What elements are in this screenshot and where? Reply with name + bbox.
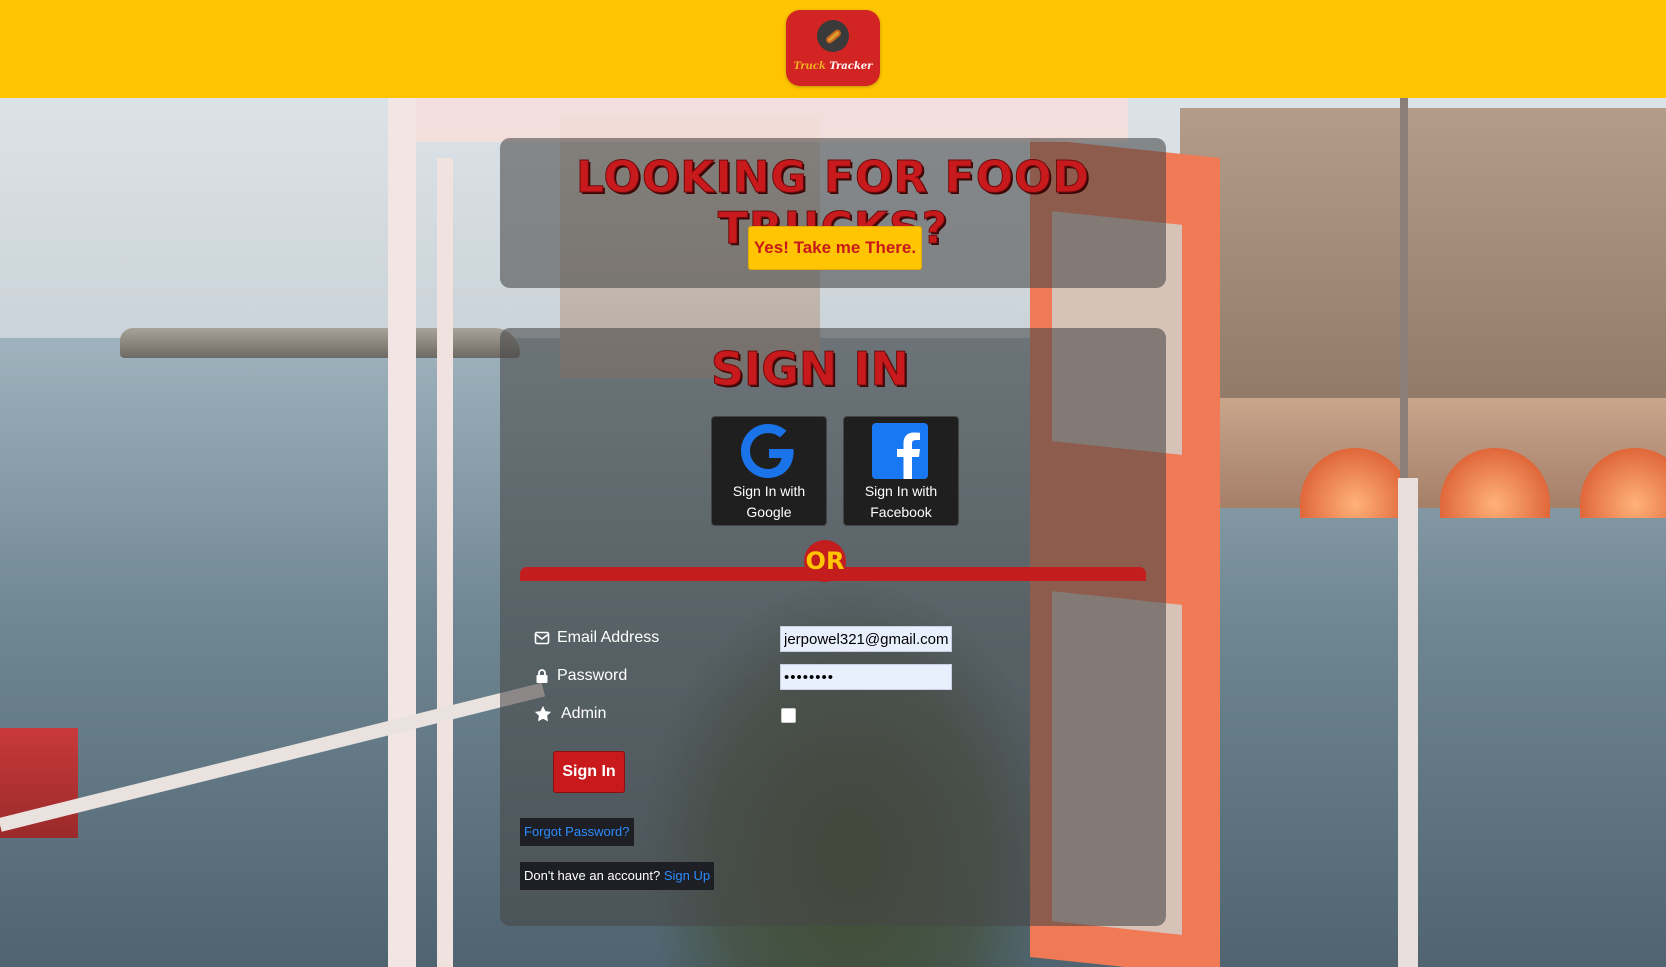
signup-prompt: Don't have an account? Sign Up bbox=[520, 862, 715, 890]
email-field[interactable] bbox=[780, 626, 952, 652]
hero-card: Looking for Food Trucks? Yes! Take me Th… bbox=[500, 138, 1166, 288]
admin-checkbox[interactable] bbox=[781, 708, 796, 723]
password-label: Password bbox=[557, 667, 628, 684]
logo-word-tracker: Tracker bbox=[829, 61, 873, 72]
take-me-there-button[interactable]: Yes! Take me There. bbox=[748, 226, 922, 270]
no-account-text: Don't have an account? bbox=[524, 868, 661, 883]
google-icon bbox=[741, 424, 794, 478]
top-bar: Truck Tracker bbox=[0, 0, 1666, 98]
logo-word-truck: Truck bbox=[793, 61, 826, 72]
facebook-icon bbox=[872, 423, 928, 479]
hotdog-icon bbox=[817, 20, 849, 52]
logo-text: Truck Tracker bbox=[786, 61, 880, 72]
facebook-signin-button[interactable]: Sign In with Facebook bbox=[843, 416, 959, 526]
google-signin-button[interactable]: Sign In with Google bbox=[711, 416, 827, 526]
forgot-password-link[interactable]: Forgot Password? bbox=[520, 818, 634, 846]
signin-card: Sign In Sign In with Google Sign In with… bbox=[500, 328, 1166, 926]
lock-icon bbox=[536, 669, 548, 683]
facebook-signin-label: Sign In with Facebook bbox=[864, 483, 938, 520]
password-field[interactable] bbox=[780, 664, 952, 690]
signin-submit-button[interactable]: Sign In bbox=[553, 751, 625, 793]
signup-link[interactable]: Sign Up bbox=[664, 868, 710, 883]
envelope-icon bbox=[534, 631, 550, 645]
google-signin-label: Sign In with Google bbox=[732, 483, 806, 520]
signin-title: Sign In bbox=[710, 342, 910, 397]
truck-tracker-logo[interactable]: Truck Tracker bbox=[786, 10, 880, 86]
admin-label: Admin bbox=[561, 705, 607, 722]
email-label: Email Address bbox=[557, 629, 660, 646]
star-icon bbox=[534, 705, 552, 722]
or-badge: OR bbox=[804, 540, 846, 582]
